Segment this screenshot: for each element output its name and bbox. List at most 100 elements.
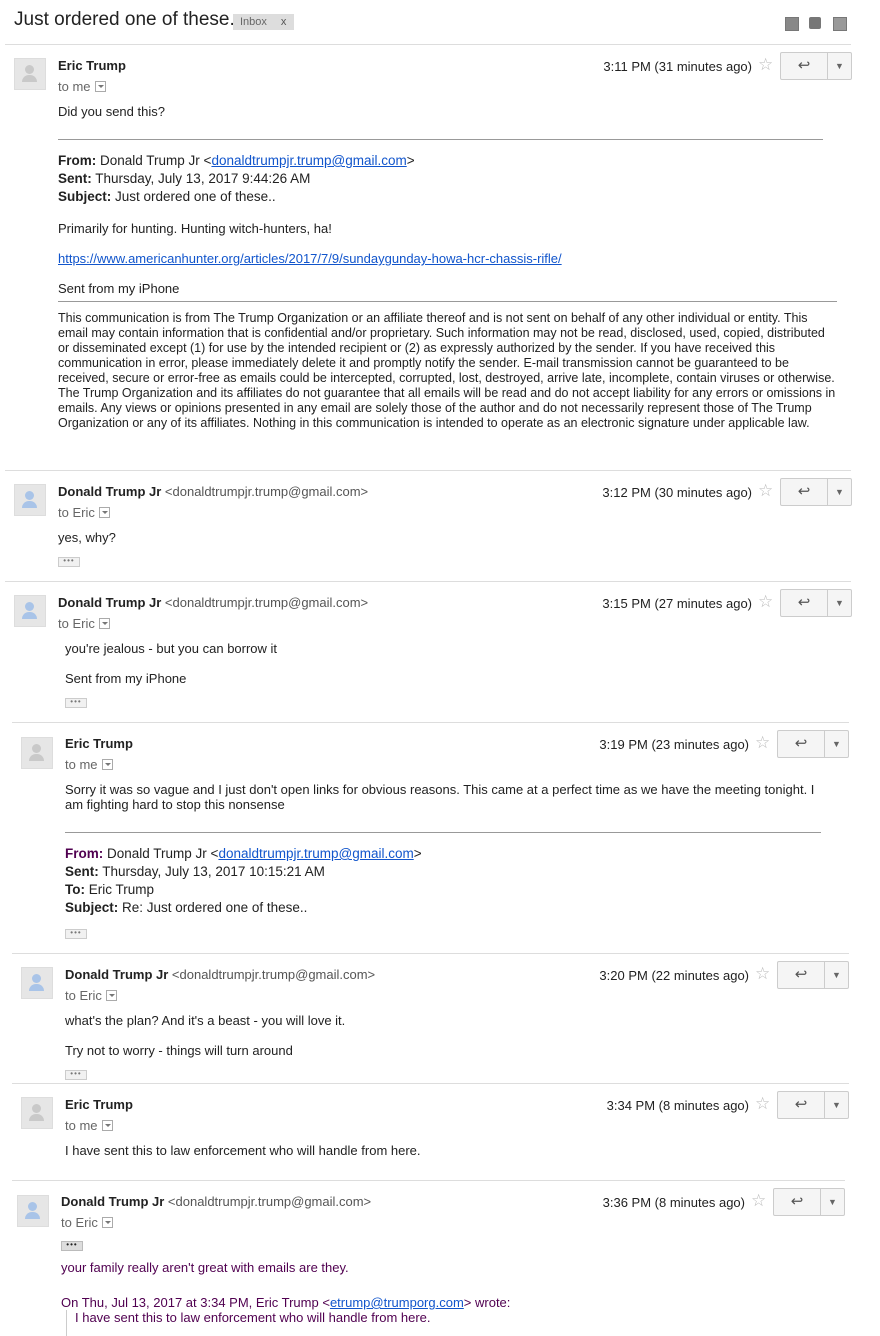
message-body: Sorry it was so vague and I just don't o…	[65, 782, 815, 812]
reply-icon[interactable]: ↩	[781, 53, 828, 79]
divider	[12, 953, 849, 954]
more-options-icon[interactable]: ▼	[821, 1189, 844, 1215]
inbox-label-chip[interactable]: Inbox x	[233, 14, 295, 30]
quote-divider	[58, 139, 823, 140]
more-options-icon[interactable]: ▼	[825, 731, 848, 757]
recipients[interactable]: to Eric	[61, 1215, 113, 1230]
recipients-label: to Eric	[61, 1215, 98, 1230]
recipients-label: to Eric	[65, 988, 102, 1003]
message-body: your family really aren't great with ema…	[61, 1260, 349, 1275]
show-trimmed-content-button[interactable]: •••	[58, 557, 80, 567]
chevron-down-icon[interactable]	[98, 618, 110, 630]
sender-name[interactable]: Donald Trump Jr <donaldtrumpjr.trump@gma…	[65, 967, 375, 982]
avatar	[17, 1195, 49, 1227]
message-body-2: Try not to worry - things will turn arou…	[65, 1043, 293, 1058]
sender-name[interactable]: Donald Trump Jr <donaldtrumpjr.trump@gma…	[58, 484, 368, 499]
signature: Sent from my iPhone	[65, 671, 187, 686]
chevron-down-icon[interactable]	[101, 1217, 113, 1229]
message-body: what's the plan? And it's a beast - you …	[65, 1013, 346, 1028]
avatar	[14, 595, 46, 627]
recipients-label: to me	[58, 79, 91, 94]
message-time: 3:15 PM (27 minutes ago)	[602, 596, 752, 611]
show-trimmed-content-button[interactable]: •••	[61, 1241, 83, 1251]
show-trimmed-content-button[interactable]: •••	[65, 929, 87, 939]
archive-icon[interactable]	[785, 17, 799, 31]
new-window-icon[interactable]	[833, 17, 847, 31]
reply-icon[interactable]: ↩	[774, 1189, 821, 1215]
quoted-text: I have sent this to law enforcement who …	[75, 1310, 431, 1325]
message-time: 3:12 PM (30 minutes ago)	[602, 485, 752, 500]
reply-button-group: ↩ ▼	[777, 1091, 849, 1119]
reply-icon[interactable]: ↩	[781, 479, 828, 505]
forward-body: Primarily for hunting. Hunting witch-hun…	[58, 221, 332, 236]
reply-button-group: ↩ ▼	[780, 589, 852, 617]
divider	[5, 470, 851, 471]
more-options-icon[interactable]: ▼	[825, 1092, 848, 1118]
sender-name[interactable]: Donald Trump Jr <donaldtrumpjr.trump@gma…	[61, 1194, 371, 1209]
chevron-down-icon[interactable]	[98, 507, 110, 519]
star-icon[interactable]: ☆	[751, 1191, 766, 1211]
article-link[interactable]: https://www.americanhunter.org/articles/…	[58, 251, 562, 266]
quote-divider	[65, 832, 821, 833]
reply-button-group: ↩ ▼	[777, 961, 849, 989]
message-body: you're jealous - but you can borrow it	[65, 641, 278, 656]
reply-icon[interactable]: ↩	[778, 1092, 825, 1118]
signature: Sent from my iPhone	[58, 281, 180, 296]
sender-name[interactable]: Eric Trump	[58, 58, 126, 73]
reply-button-group: ↩ ▼	[777, 730, 849, 758]
show-trimmed-content-button[interactable]: •••	[65, 1070, 87, 1080]
star-icon[interactable]: ☆	[755, 1094, 770, 1114]
recipients[interactable]: to me	[65, 757, 113, 772]
recipients[interactable]: to Eric	[65, 988, 117, 1003]
recipients[interactable]: to me	[58, 79, 106, 94]
thread-subject: Just ordered one of these..	[14, 9, 241, 30]
reply-icon[interactable]: ↩	[778, 962, 825, 988]
recipients[interactable]: to Eric	[58, 505, 110, 520]
message-body: Did you send this?	[58, 104, 165, 119]
star-icon[interactable]: ☆	[758, 592, 773, 612]
message-time: 3:19 PM (23 minutes ago)	[599, 737, 749, 752]
star-icon[interactable]: ☆	[755, 733, 770, 753]
email-link[interactable]: etrump@trumporg.com	[330, 1295, 464, 1310]
sender-address: <donaldtrumpjr.trump@gmail.com>	[171, 967, 376, 982]
recipients[interactable]: to me	[65, 1118, 113, 1133]
chevron-down-icon[interactable]	[105, 990, 117, 1002]
chevron-down-icon[interactable]	[94, 81, 106, 93]
more-options-icon[interactable]: ▼	[828, 53, 851, 79]
reply-button-group: ↩ ▼	[780, 478, 852, 506]
reply-icon[interactable]: ↩	[778, 731, 825, 757]
email-link[interactable]: donaldtrumpjr.trump@gmail.com	[211, 153, 406, 168]
star-icon[interactable]: ☆	[755, 964, 770, 984]
divider	[12, 1083, 849, 1084]
message-time: 3:11 PM (31 minutes ago)	[603, 59, 752, 74]
sender-name[interactable]: Eric Trump	[65, 736, 133, 751]
message-body: I have sent this to law enforcement who …	[65, 1143, 421, 1158]
chevron-down-icon[interactable]	[101, 759, 113, 771]
message-time: 3:20 PM (22 minutes ago)	[599, 968, 749, 983]
recipients[interactable]: to Eric	[58, 616, 110, 631]
message-body: yes, why?	[58, 530, 116, 545]
quote-header: From: Donald Trump Jr <donaldtrumpjr.tru…	[65, 846, 422, 915]
email-link[interactable]: donaldtrumpjr.trump@gmail.com	[218, 846, 413, 861]
divider	[12, 1180, 845, 1181]
recipients-label: to me	[65, 757, 98, 772]
reply-button-group: ↩ ▼	[773, 1188, 845, 1216]
recipients-label: to Eric	[58, 616, 95, 631]
print-icon[interactable]	[809, 17, 821, 29]
reply-icon[interactable]: ↩	[781, 590, 828, 616]
quote-attribution: On Thu, Jul 13, 2017 at 3:34 PM, Eric Tr…	[61, 1295, 511, 1310]
message-time: 3:34 PM (8 minutes ago)	[606, 1098, 749, 1113]
star-icon[interactable]: ☆	[758, 55, 773, 75]
star-icon[interactable]: ☆	[758, 481, 773, 501]
recipients-label: to me	[65, 1118, 98, 1133]
sender-name[interactable]: Donald Trump Jr <donaldtrumpjr.trump@gma…	[58, 595, 368, 610]
more-options-icon[interactable]: ▼	[825, 962, 848, 988]
show-trimmed-content-button[interactable]: •••	[65, 698, 87, 708]
chevron-down-icon[interactable]	[101, 1120, 113, 1132]
sender-name[interactable]: Eric Trump	[65, 1097, 133, 1112]
more-options-icon[interactable]: ▼	[828, 590, 851, 616]
more-options-icon[interactable]: ▼	[828, 479, 851, 505]
disclaimer: This communication is from The Trump Org…	[58, 311, 836, 430]
remove-label-icon[interactable]: x	[281, 16, 287, 28]
reply-button-group: ↩ ▼	[780, 52, 852, 80]
